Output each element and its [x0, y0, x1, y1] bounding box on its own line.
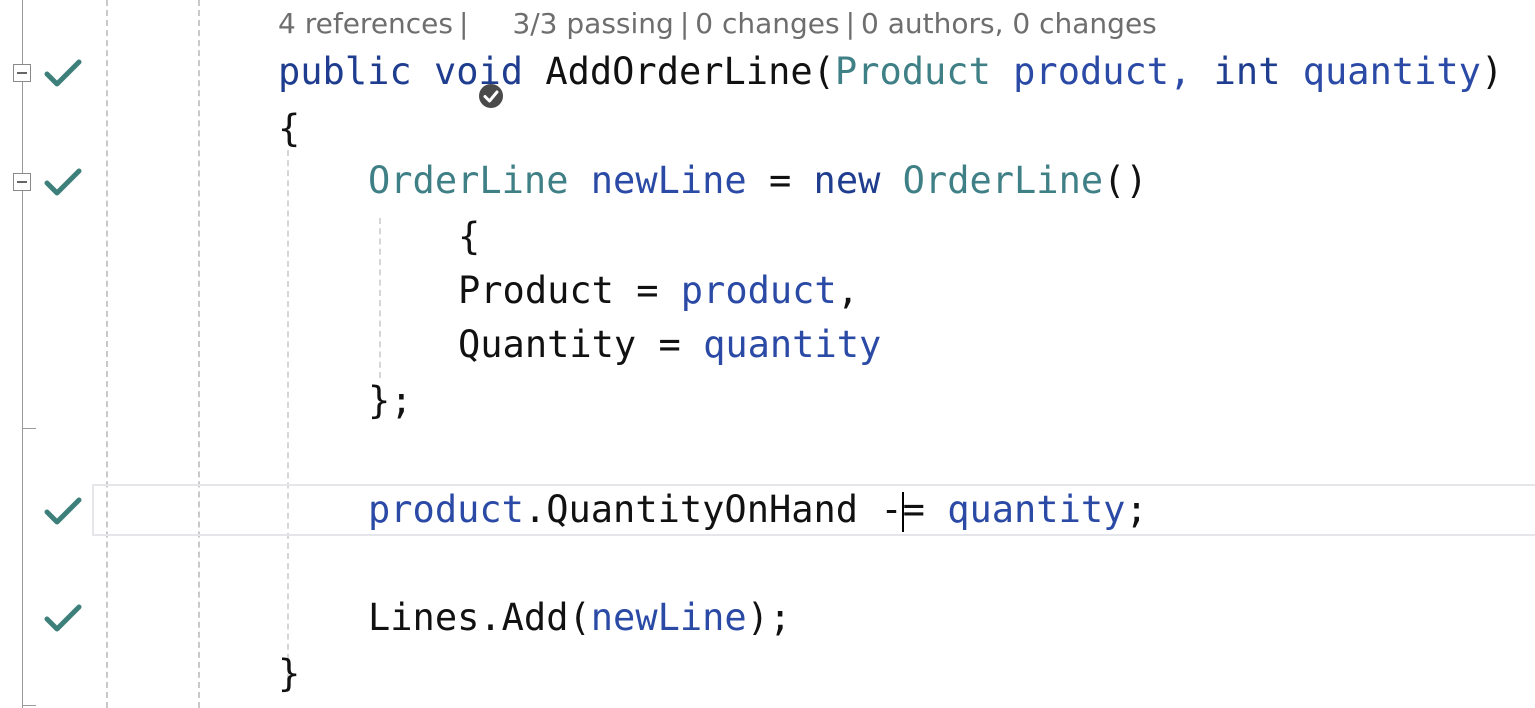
test-passed-icon [478, 11, 504, 108]
brace: } [278, 652, 301, 695]
indent-guide [379, 218, 381, 378]
outlining-margin-line [22, 0, 23, 708]
indent-guide [287, 150, 289, 690]
method-name: AddOrderLine( [545, 50, 835, 93]
parens: () [1103, 159, 1148, 202]
code-editor[interactable]: 4 references | 3/3 passing | 0 changes |… [0, 0, 1535, 708]
line-number-margin-divider [198, 0, 200, 708]
code-line-close-brace[interactable]: } [278, 647, 300, 701]
indicator-margin-divider [106, 0, 108, 708]
keyword-public: public [278, 50, 412, 93]
variable-name: newLine [590, 159, 747, 202]
call-end: ); [746, 596, 792, 639]
property-name: Product [458, 269, 614, 312]
outlining-end-mark [22, 428, 36, 429]
brace: { [458, 215, 481, 258]
variable-name: product [368, 488, 524, 531]
code-line-init-quantity[interactable]: Quantity = quantity [458, 318, 881, 372]
code-line-init-product[interactable]: Product = product, [458, 264, 859, 318]
test-pass-check-icon[interactable] [44, 58, 82, 88]
codelens-references[interactable]: 4 references [278, 6, 453, 42]
test-pass-check-icon[interactable] [44, 167, 82, 197]
brace: { [278, 107, 301, 150]
semicolon: ; [1125, 488, 1148, 531]
close-paren: ) [1480, 50, 1504, 93]
comma: , [836, 269, 859, 312]
param-type: Product [834, 50, 991, 93]
outlining-end-mark [22, 705, 36, 706]
argument: newLine [590, 596, 747, 639]
constructor-name: OrderLine [902, 159, 1104, 202]
collapse-initializer-button[interactable] [13, 173, 31, 191]
param-type: int [1213, 50, 1281, 93]
codelens-separator: | [679, 7, 690, 40]
brace: }; [368, 379, 413, 422]
keyword-void: void [433, 50, 524, 93]
test-pass-check-icon[interactable] [44, 496, 82, 526]
member-access: .QuantityOnHand [523, 488, 859, 531]
code-line-initializer-close[interactable]: }; [368, 374, 413, 428]
param-name: quantity [1302, 50, 1481, 93]
property-name: Quantity [458, 323, 637, 366]
code-line-declaration[interactable]: OrderLine newLine = new OrderLine() [368, 154, 1148, 208]
code-line-signature[interactable]: public void AddOrderLine(Product product… [278, 45, 1503, 99]
operator: = [768, 159, 792, 202]
operator: = [636, 269, 659, 312]
operator: = [902, 488, 925, 531]
code-line-add-call[interactable]: Lines.Add(newLine); [368, 591, 791, 645]
code-line-initializer-open[interactable]: { [458, 210, 480, 264]
operator: - [880, 488, 903, 531]
codelens-authors[interactable]: 0 authors, 0 changes [861, 6, 1157, 42]
code-line-open-brace[interactable]: { [278, 102, 300, 156]
codelens-tests[interactable]: 3/3 passing [512, 6, 673, 42]
value: product [680, 269, 837, 312]
codelens-separator: | [845, 7, 856, 40]
keyword-new: new [813, 159, 881, 202]
value: quantity [703, 323, 882, 366]
test-pass-check-icon[interactable] [44, 603, 82, 633]
param-name: product, [1013, 50, 1192, 93]
method-call: Lines.Add( [368, 596, 591, 639]
codelens-changes[interactable]: 0 changes [695, 6, 839, 42]
codelens-bar: 4 references | 3/3 passing | 0 changes |… [278, 6, 1157, 108]
operator: = [658, 323, 681, 366]
type-name: OrderLine [368, 159, 569, 202]
collapse-method-button[interactable] [13, 64, 31, 82]
codelens-separator: | [459, 7, 469, 40]
value: quantity [947, 488, 1126, 531]
code-line-assignment[interactable]: product.QuantityOnHand -= quantity; [368, 483, 1148, 537]
